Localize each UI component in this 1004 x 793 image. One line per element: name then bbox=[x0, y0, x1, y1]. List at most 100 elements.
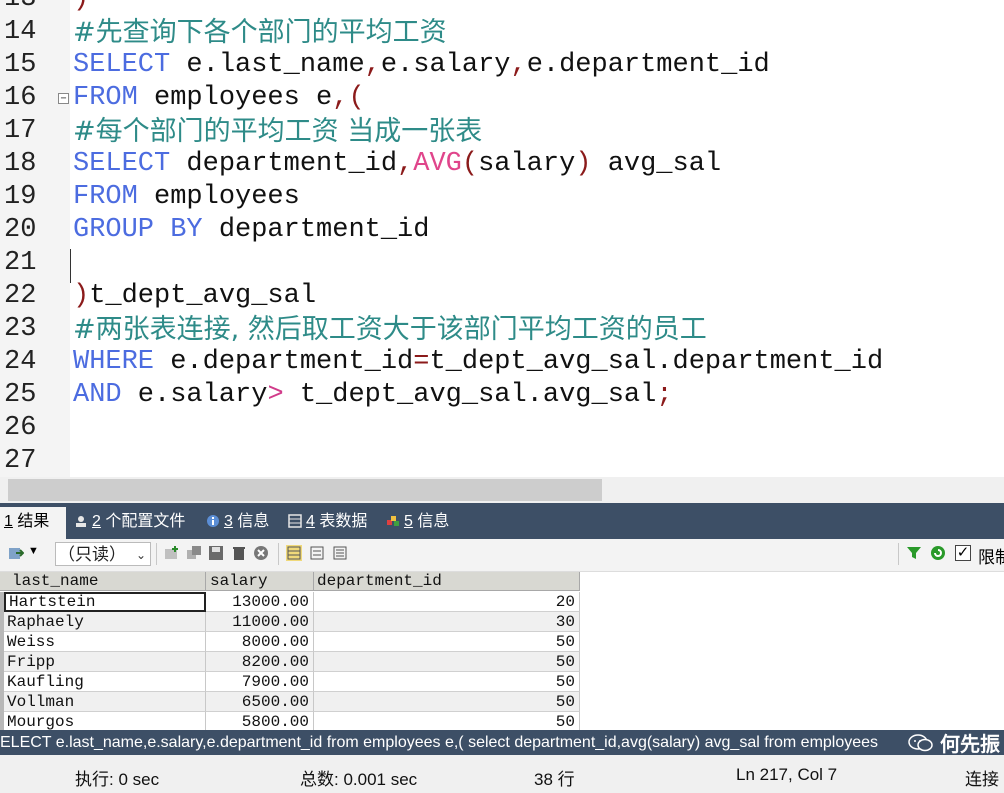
table-cell[interactable]: Hartstein bbox=[4, 592, 206, 612]
code-token: employees e bbox=[137, 83, 333, 113]
column-header-salary[interactable]: salary bbox=[206, 572, 314, 591]
code-text: FROM employees e,( bbox=[73, 82, 365, 115]
exec-time: 执行: 0 sec bbox=[75, 770, 160, 789]
table-cell[interactable]: Vollman bbox=[4, 692, 206, 712]
table-icon bbox=[288, 514, 302, 528]
code-token: department_id bbox=[202, 215, 430, 245]
table-row[interactable]: Raphaely 11000.00 30 bbox=[0, 612, 580, 632]
table-cell[interactable]: 20 bbox=[314, 592, 580, 612]
refresh-icon[interactable] bbox=[930, 545, 946, 561]
connection-status: 连接 bbox=[965, 770, 999, 789]
code-line[interactable]: 21 bbox=[0, 247, 1004, 280]
code-line[interactable]: 19 FROM employees bbox=[0, 181, 1004, 214]
table-cell[interactable]: 50 bbox=[314, 712, 580, 730]
code-line[interactable]: 16 − FROM employees e,( bbox=[0, 82, 1004, 115]
code-line[interactable]: 23 #两张表连接, 然后取工资大于该部门平均工资的员工 bbox=[0, 313, 1004, 346]
column-header-last-name[interactable]: last_name bbox=[0, 572, 206, 591]
tab-profiles[interactable]: 2 个配置文件 bbox=[70, 507, 198, 539]
text-view-icon[interactable] bbox=[332, 545, 348, 561]
line-number: 15 bbox=[4, 50, 37, 80]
column-header-department-id[interactable]: department_id bbox=[314, 572, 580, 591]
table-cell[interactable]: Weiss bbox=[4, 632, 206, 652]
line-number: 17 bbox=[4, 116, 37, 146]
tab-table-data[interactable]: 4 表数据 bbox=[284, 507, 380, 539]
grid-view-icon[interactable] bbox=[286, 545, 302, 561]
table-row[interactable]: Mourgos 5800.00 50 bbox=[0, 712, 580, 730]
cancel-changes-icon[interactable] bbox=[253, 545, 269, 561]
table-cell[interactable]: 13000.00 bbox=[206, 592, 314, 612]
table-cell[interactable]: 50 bbox=[314, 672, 580, 692]
profile-icon bbox=[76, 516, 86, 527]
code-line[interactable]: 22)t_dept_avg_sal bbox=[0, 280, 1004, 313]
line-number: 16 bbox=[4, 83, 37, 113]
line-number: 22 bbox=[4, 281, 37, 311]
table-cell[interactable]: 50 bbox=[314, 632, 580, 652]
mode-select[interactable]: （只读） ⌄ bbox=[55, 542, 151, 566]
table-row[interactable]: Fripp 8200.00 50 bbox=[0, 652, 580, 672]
code-token: #每个部门的平均工资 当成一张表 bbox=[73, 116, 483, 147]
delete-icon[interactable] bbox=[231, 545, 247, 561]
limit-checkbox[interactable]: ✓ bbox=[955, 545, 971, 561]
code-line[interactable]: 13) bbox=[0, 0, 1004, 16]
code-text: ) bbox=[73, 0, 89, 16]
duplicate-row-icon[interactable] bbox=[186, 545, 202, 561]
table-cell[interactable]: 6500.00 bbox=[206, 692, 314, 712]
code-line[interactable]: 25 AND e.salary> t_dept_avg_sal.avg_sal; bbox=[0, 379, 1004, 412]
total-time: 总数: 0.001 sec bbox=[300, 770, 418, 789]
code-line[interactable]: 26 bbox=[0, 412, 1004, 445]
code-token: #先查询下各个部门的平均工资 bbox=[73, 17, 447, 48]
tab-results[interactable]: 1 结果 bbox=[0, 507, 66, 539]
table-cell[interactable]: 8200.00 bbox=[206, 652, 314, 672]
save-icon[interactable] bbox=[208, 545, 224, 561]
table-cell[interactable]: 50 bbox=[314, 652, 580, 672]
tab-label: 表数据 bbox=[319, 513, 368, 530]
code-token: t_dept_avg_sal.avg_sal bbox=[283, 380, 657, 410]
code-text: FROM employees bbox=[73, 181, 300, 214]
table-cell[interactable]: Fripp bbox=[4, 652, 206, 672]
table-cell[interactable]: Raphaely bbox=[4, 612, 206, 632]
code-token: , bbox=[364, 50, 381, 80]
code-line[interactable]: 14 #先查询下各个部门的平均工资 bbox=[0, 16, 1004, 49]
tab-info-2[interactable]: 5 信息 bbox=[382, 507, 464, 539]
table-cell[interactable]: 30 bbox=[314, 612, 580, 632]
table-cell[interactable]: Mourgos bbox=[4, 712, 206, 730]
tab-label: 结果 bbox=[17, 513, 50, 530]
line-number: 14 bbox=[4, 17, 37, 47]
table-cell[interactable]: 8000.00 bbox=[206, 632, 314, 652]
code-token: GROUP BY bbox=[73, 215, 203, 245]
table-cell[interactable]: 5800.00 bbox=[206, 712, 314, 730]
code-line[interactable]: 17 #每个部门的平均工资 当成一张表 bbox=[0, 115, 1004, 148]
code-token: WHERE bbox=[73, 347, 155, 377]
code-line[interactable]: 24 WHERE e.department_id=t_dept_avg_sal.d… bbox=[0, 346, 1004, 379]
tab-info[interactable]: 3 信息 bbox=[202, 507, 282, 539]
table-cell[interactable]: 11000.00 bbox=[206, 612, 314, 632]
table-cell[interactable]: 50 bbox=[314, 692, 580, 712]
table-cell[interactable]: 7900.00 bbox=[206, 672, 314, 692]
scrollbar-thumb[interactable] bbox=[8, 479, 602, 501]
table-row[interactable]: Kaufling 7900.00 50 bbox=[0, 672, 580, 692]
code-line[interactable]: 15 SELECT e.last_name,e.salary,e.departme… bbox=[0, 49, 1004, 82]
chevron-down-icon[interactable]: ▼ bbox=[28, 545, 39, 557]
code-line[interactable]: 20 GROUP BY department_id bbox=[0, 214, 1004, 247]
filter-icon[interactable] bbox=[906, 545, 922, 561]
line-number: 13 bbox=[4, 0, 44, 16]
sql-editor[interactable]: 13)14#先查询下各个部门的平均工资15SELECT e.last_name,… bbox=[0, 0, 1004, 477]
chevron-down-icon: ⌄ bbox=[135, 548, 146, 562]
export-icon[interactable] bbox=[8, 545, 24, 561]
insert-row-icon[interactable] bbox=[164, 545, 180, 561]
table-row[interactable]: Hartstein 13000.00 20 bbox=[0, 592, 580, 612]
table-row[interactable]: Vollman 6500.00 50 bbox=[0, 692, 580, 712]
table-cell[interactable]: Kaufling bbox=[4, 672, 206, 692]
form-view-icon[interactable] bbox=[309, 545, 325, 561]
code-text: #每个部门的平均工资 当成一张表 bbox=[73, 115, 482, 151]
code-line[interactable]: 27 bbox=[0, 445, 1004, 477]
editor-horizontal-scrollbar[interactable] bbox=[0, 477, 1004, 503]
result-grid[interactable]: last_name salary department_id Hartstein… bbox=[0, 572, 1004, 730]
code-line[interactable]: 18 SELECT department_id,AVG(salary) avg_s… bbox=[0, 148, 1004, 181]
line-number: 24 bbox=[4, 347, 37, 377]
code-token: AVG bbox=[413, 149, 462, 179]
table-row[interactable]: Weiss 8000.00 50 bbox=[0, 632, 580, 652]
code-token: = bbox=[413, 347, 430, 377]
fold-toggle-icon[interactable]: − bbox=[58, 93, 69, 104]
line-number: 26 bbox=[4, 413, 37, 443]
